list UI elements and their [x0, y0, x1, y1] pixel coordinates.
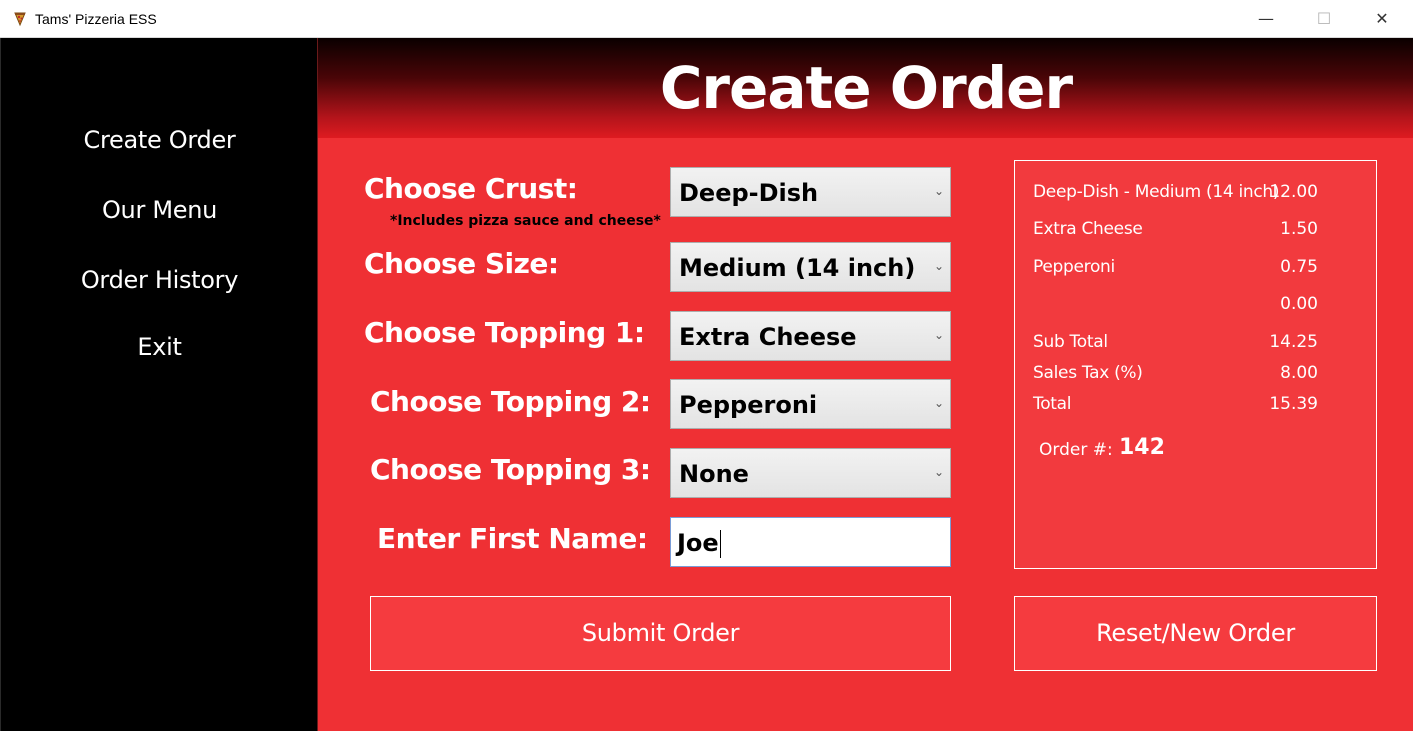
chevron-down-icon: ⌄ [933, 259, 944, 273]
sidebar-item-order-history[interactable]: Order History [1, 266, 318, 294]
sales-tax-value: 8.00 [1280, 363, 1318, 383]
summary-line-price: 12.00 [1269, 182, 1318, 202]
subtotal-value: 14.25 [1269, 332, 1318, 352]
chevron-down-icon: ⌄ [933, 328, 944, 342]
order-number-label: Order #: [1039, 440, 1113, 460]
topping2-label: Choose Topping 2: [370, 385, 651, 418]
chevron-down-icon: ⌄ [933, 396, 944, 410]
sidebar-item-exit[interactable]: Exit [1, 333, 318, 361]
reset-new-order-button[interactable]: Reset/New Order [1014, 596, 1377, 671]
summary-line-price: 1.50 [1280, 219, 1318, 239]
main-panel: Create Order Choose Crust: *Includes piz… [317, 38, 1413, 731]
submit-order-button[interactable]: Submit Order [370, 596, 951, 671]
order-number-value: 142 [1119, 435, 1165, 460]
summary-line-name: Deep-Dish - Medium (14 inch) [1033, 182, 1280, 202]
first-name-value: Joe [677, 529, 721, 558]
maximize-icon[interactable]: ☐ [1295, 0, 1353, 38]
summary-line-name: Pepperoni [1033, 257, 1115, 277]
close-icon[interactable]: ✕ [1353, 0, 1411, 38]
sidebar-item-create-order[interactable]: Create Order [1, 126, 318, 154]
first-name-field[interactable]: Joe [670, 517, 951, 567]
topping1-label: Choose Topping 1: [364, 316, 645, 349]
size-label: Choose Size: [364, 247, 559, 280]
sidebar-item-our-menu[interactable]: Our Menu [1, 196, 318, 224]
summary-line-price: 0.00 [1280, 294, 1318, 314]
topping1-dropdown[interactable]: Extra Cheese ⌄ [670, 311, 951, 361]
topping1-selected-value: Extra Cheese [679, 323, 857, 351]
topping3-label: Choose Topping 3: [370, 453, 651, 486]
topping2-dropdown[interactable]: Pepperoni ⌄ [670, 379, 951, 429]
summary-line-name: Extra Cheese [1033, 219, 1143, 239]
page-title: Create Order [659, 54, 1073, 122]
crust-note: *Includes pizza sauce and cheese* [390, 213, 661, 229]
sales-tax-label: Sales Tax (%) [1033, 363, 1143, 383]
total-value: 15.39 [1269, 394, 1318, 414]
order-summary-panel: Deep-Dish - Medium (14 inch) 12.00 Extra… [1014, 160, 1377, 569]
sidebar-nav: Create Order Our Menu Order History Exit [0, 38, 317, 731]
size-dropdown[interactable]: Medium (14 inch) ⌄ [670, 242, 951, 292]
page-header: Create Order [318, 38, 1413, 138]
crust-dropdown[interactable]: Deep-Dish ⌄ [670, 167, 951, 217]
first-name-label: Enter First Name: [377, 522, 648, 555]
chevron-down-icon: ⌄ [933, 465, 944, 479]
crust-label: Choose Crust: [364, 172, 578, 205]
total-label: Total [1033, 394, 1072, 414]
size-selected-value: Medium (14 inch) [679, 254, 916, 282]
window-titlebar: Tams' Pizzeria ESS — ☐ ✕ [0, 0, 1413, 38]
topping2-selected-value: Pepperoni [679, 391, 818, 419]
minimize-icon[interactable]: — [1237, 0, 1295, 38]
topping3-dropdown[interactable]: None ⌄ [670, 448, 951, 498]
window-title: Tams' Pizzeria ESS [35, 11, 157, 27]
text-caret [719, 530, 721, 558]
subtotal-label: Sub Total [1033, 332, 1108, 352]
summary-line-price: 0.75 [1280, 257, 1318, 277]
topping3-selected-value: None [679, 460, 749, 488]
crust-selected-value: Deep-Dish [679, 179, 819, 207]
pizza-app-icon [14, 12, 26, 27]
chevron-down-icon: ⌄ [933, 184, 944, 198]
